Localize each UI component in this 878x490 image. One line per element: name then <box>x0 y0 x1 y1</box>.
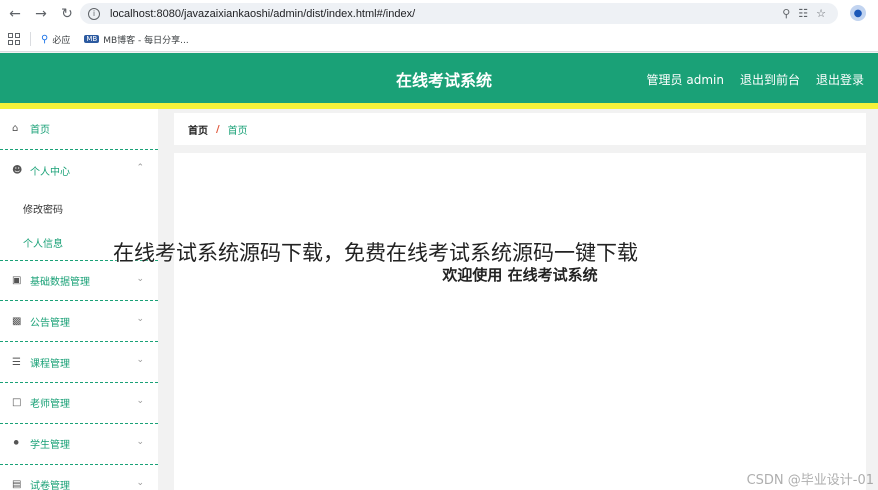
chevron-down-icon: ⌄ <box>136 355 144 366</box>
breadcrumb: 首页 / 首页 <box>174 113 866 145</box>
info-icon[interactable]: i <box>88 7 100 20</box>
sidebar-item-exam-paper[interactable]: ▤ 试卷管理 ⌄ <box>0 465 158 490</box>
chevron-down-icon: ⌄ <box>136 436 144 447</box>
sidebar-item-label: 基础数据管理 <box>30 276 90 288</box>
sidebar-item-label: 试卷管理 <box>30 480 70 490</box>
breadcrumb-home[interactable]: 首页 <box>188 122 208 137</box>
mb-logo-icon: MB <box>84 35 100 43</box>
bookmarks-bar: ⚲ 必应 MB MB博客 - 每日分享... <box>0 27 878 52</box>
bookmark-label: 必应 <box>52 35 71 46</box>
breadcrumb-separator: / <box>216 123 220 135</box>
bookmark-mb-blog[interactable]: MB MB博客 - 每日分享... <box>84 33 189 46</box>
sidebar-subitem-label: 修改密码 <box>23 204 63 216</box>
sidebar-item-home[interactable]: ⌂ 首页 <box>0 109 158 150</box>
microphone-icon: ⚫ <box>12 438 21 450</box>
logout-link[interactable]: 退出登录 <box>816 71 864 88</box>
breadcrumb-current: 首页 <box>227 125 248 137</box>
document-icon: ▤ <box>12 478 22 490</box>
sidebar: ⌂ 首页 ☻ 个人中心 ⌃ 修改密码 个人信息 ▣ 基础数据管理 ⌄ ▩ 公告管… <box>0 109 158 490</box>
search-icon: ⚲ <box>41 33 49 45</box>
video-icon: ▣ <box>12 274 22 286</box>
sidebar-item-label: 个人中心 <box>30 166 70 178</box>
suitcase-icon: ▩ <box>12 315 22 327</box>
sidebar-item-label: 公告管理 <box>30 317 70 329</box>
url-text: localhost:8080/javazaixiankaoshi/admin/d… <box>110 7 416 20</box>
bookmark-bing[interactable]: ⚲ 必应 <box>41 33 70 46</box>
chevron-up-icon: ⌃ <box>136 162 144 173</box>
user-icon: ☻ <box>12 164 23 176</box>
sidebar-item-label: 老师管理 <box>30 399 70 411</box>
admin-user-label: 管理员 admin <box>646 73 724 87</box>
sidebar-item-personal-center[interactable]: ☻ 个人中心 ⌃ <box>0 150 158 191</box>
sliders-icon: ☰ <box>12 356 21 368</box>
sidebar-item-notice[interactable]: ▩ 公告管理 ⌄ <box>0 301 158 343</box>
forward-icon[interactable]: → <box>30 3 52 25</box>
apps-grid-icon[interactable] <box>8 33 20 45</box>
sidebar-item-label: 学生管理 <box>30 440 70 452</box>
csdn-watermark: CSDN @毕业设计-01 <box>746 473 874 488</box>
main-content <box>174 153 866 490</box>
person-icon[interactable]: ● <box>850 5 866 21</box>
sidebar-item-student[interactable]: ⚫ 学生管理 ⌄ <box>0 424 158 465</box>
reload-icon[interactable]: ↻ <box>56 3 78 25</box>
chevron-down-icon: ⌄ <box>136 395 144 406</box>
password-key-icon[interactable]: ⚲ <box>782 7 790 20</box>
sidebar-subitem-label: 个人信息 <box>23 239 63 251</box>
chevron-down-icon: ⌄ <box>136 477 144 488</box>
overlay-caption: 在线考试系统源码下载，免费在线考试系统源码一键下载 <box>113 241 638 265</box>
chat-icon: □ <box>12 397 22 409</box>
chevron-down-icon: ⌄ <box>136 273 144 284</box>
bookmark-separator <box>30 32 31 46</box>
address-bar[interactable]: i localhost:8080/javazaixiankaoshi/admin… <box>80 3 838 24</box>
chevron-down-icon: ⌄ <box>136 314 144 325</box>
sidebar-item-label: 首页 <box>30 125 50 137</box>
bookmark-label: MB博客 - 每日分享... <box>103 35 189 46</box>
sidebar-item-course[interactable]: ☰ 课程管理 ⌄ <box>0 342 158 383</box>
translate-icon[interactable]: ☷ <box>798 7 808 20</box>
sidebar-item-teacher[interactable]: □ 老师管理 ⌄ <box>0 383 158 424</box>
sidebar-subitem-change-password[interactable]: 修改密码 <box>0 191 158 226</box>
sidebar-item-label: 课程管理 <box>30 358 70 370</box>
home-icon: ⌂ <box>12 123 19 135</box>
back-to-front-link[interactable]: 退出到前台 <box>740 71 800 88</box>
back-icon[interactable]: ← <box>4 3 26 25</box>
header-links: 管理员 admin 退出到前台 退出登录 <box>647 71 864 88</box>
welcome-text: 欢迎使用 在线考试系统 <box>442 266 598 284</box>
star-icon[interactable]: ☆ <box>816 7 826 20</box>
